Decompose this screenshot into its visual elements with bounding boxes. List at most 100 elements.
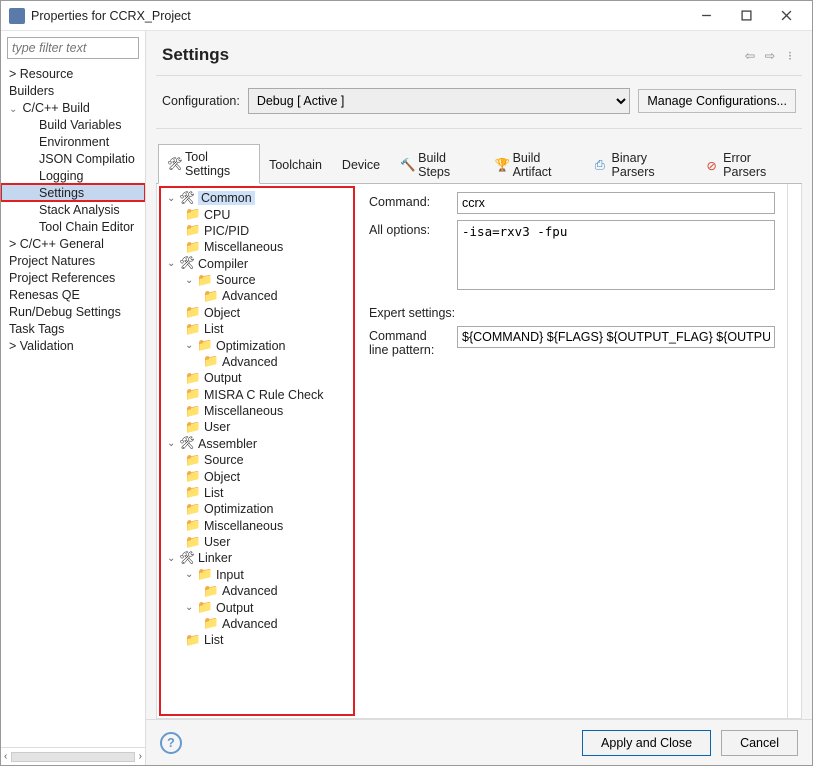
wrench-icon: 🛠 [179,551,195,565]
tree-out-adv[interactable]: 📁Advanced [161,616,353,632]
tree-output[interactable]: 📁Output [161,370,353,386]
menu-icon[interactable]: ⁝ [782,47,798,63]
apply-close-button[interactable]: Apply and Close [582,730,711,756]
nav-item-logging[interactable]: Logging [1,167,145,184]
tree-lnk-output[interactable]: ⌄📁Output [161,599,353,615]
nav-item-tce[interactable]: Tool Chain Editor [1,218,145,235]
folder-icon: 📁 [185,306,201,320]
expert-label: Expert settings: [369,306,775,320]
tree-object[interactable]: 📁Object [161,305,353,321]
folder-icon: 📁 [185,208,201,222]
nav-item-json[interactable]: JSON Compilatio [1,150,145,167]
folder-icon: 📁 [197,568,213,582]
nav-item-ccgeneral[interactable]: > C/C++ General [1,235,145,252]
config-select[interactable]: Debug [ Active ] [248,88,631,114]
nav-item-stack[interactable]: Stack Analysis [1,201,145,218]
tree-input[interactable]: ⌄📁Input [161,567,353,583]
command-input[interactable] [457,192,775,214]
maximize-button[interactable] [726,2,766,30]
tab-device[interactable]: Device [333,144,391,184]
nav-item-refs[interactable]: Project References [1,269,145,286]
tree-opt-adv[interactable]: 📁Advanced [161,354,353,370]
tab-buildartifact[interactable]: 🏆Build Artifact [486,144,586,184]
filter-input[interactable] [7,37,139,59]
folder-icon: 📁 [203,617,219,631]
tree-asm-misc[interactable]: 📁Miscellaneous [161,518,353,534]
tab-binaryparsers[interactable]: ⎙Binary Parsers [586,144,698,184]
tab-bar: 🛠Tool Settings Toolchain Device 🔨Build S… [156,143,802,184]
nav-item-buildvars[interactable]: Build Variables [1,116,145,133]
folder-icon: 📁 [203,355,219,369]
folder-icon: 📁 [185,224,201,238]
wrench-icon: 🛠 [179,257,195,271]
command-label: Command: [369,192,449,209]
nav-item-validation[interactable]: > Validation [1,337,145,354]
tool-tree[interactable]: ⌄🛠Common 📁CPU 📁PIC/PID 📁Miscellaneous ⌄🛠… [161,190,353,649]
tab-errorparsers[interactable]: ⊘Error Parsers [697,144,802,184]
tab-buildsteps[interactable]: 🔨Build Steps [391,144,485,184]
minimize-button[interactable] [686,2,726,30]
nav-item-tasktags[interactable]: Task Tags [1,320,145,337]
forward-icon[interactable]: ⇨ [762,47,778,63]
nav-item-renesas[interactable]: Renesas QE [1,286,145,303]
tree-misra[interactable]: 📁MISRA C Rule Check [161,387,353,403]
tree-asm-obj[interactable]: 📁Object [161,468,353,484]
nav-item-rundebug[interactable]: Run/Debug Settings [1,303,145,320]
error-icon: ⊘ [706,158,719,172]
nav-item-resource[interactable]: > Resource [1,65,145,82]
tree-input-adv[interactable]: 📁Advanced [161,583,353,599]
hammer-icon: 🔨 [400,158,414,172]
parser-icon: ⎙ [595,158,608,172]
nav-tree[interactable]: > Resource Builders ⌄ C/C++ Build Build … [1,65,145,747]
folder-icon: 📁 [185,453,201,467]
manage-config-button[interactable]: Manage Configurations... [638,89,796,113]
tree-misc[interactable]: 📁Miscellaneous [161,239,353,255]
config-label: Configuration: [162,94,240,108]
tree-asm-user[interactable]: 📁User [161,534,353,550]
nav-item-env[interactable]: Environment [1,133,145,150]
wrench-icon: 🛠 [179,191,195,205]
tree-source[interactable]: ⌄📁Source [161,272,353,288]
folder-icon: 📁 [185,633,201,647]
tree-user[interactable]: 📁User [161,419,353,435]
tree-linker[interactable]: ⌄🛠Linker [161,550,353,566]
tree-picpid[interactable]: 📁PIC/PID [161,223,353,239]
pattern-input[interactable] [457,326,775,348]
tree-list[interactable]: 📁List [161,321,353,337]
tree-compiler[interactable]: ⌄🛠Compiler [161,256,353,272]
folder-icon: 📁 [185,535,201,549]
back-icon[interactable]: ⇦ [742,47,758,63]
tree-asm-opt[interactable]: 📁Optimization [161,501,353,517]
alloptions-label: All options: [369,220,449,237]
tab-toolchain[interactable]: Toolchain [260,144,333,184]
folder-icon: 📁 [185,240,201,254]
tree-misc2[interactable]: 📁Miscellaneous [161,403,353,419]
pattern-label: Command line pattern: [369,326,449,357]
vscroll[interactable] [787,184,801,718]
folder-icon: 📁 [185,502,201,516]
nav-item-settings[interactable]: Settings [1,184,145,201]
sidebar-hscroll[interactable]: ‹› [1,747,145,765]
folder-icon: 📁 [203,584,219,598]
folder-icon: 📁 [185,519,201,533]
nav-item-ccbuild[interactable]: ⌄ C/C++ Build [1,99,145,116]
tree-asm-list[interactable]: 📁List [161,485,353,501]
folder-icon: 📁 [185,388,201,402]
folder-icon: 📁 [197,273,213,287]
tree-cpu[interactable]: 📁CPU [161,206,353,222]
wrench-icon: 🛠 [167,157,181,171]
trophy-icon: 🏆 [495,158,509,172]
alloptions-text: -isa=rxv3 -fpu [457,220,775,290]
tree-common[interactable]: ⌄🛠Common [161,190,353,206]
tree-lnk-list[interactable]: 📁List [161,632,353,648]
close-button[interactable] [766,2,806,30]
nav-item-builders[interactable]: Builders [1,82,145,99]
tab-toolsettings[interactable]: 🛠Tool Settings [158,144,260,184]
tree-assembler[interactable]: ⌄🛠Assembler [161,436,353,452]
tree-asm-src[interactable]: 📁Source [161,452,353,468]
tree-opt[interactable]: ⌄📁Optimization [161,337,353,353]
tree-advanced[interactable]: 📁Advanced [161,288,353,304]
nav-item-natures[interactable]: Project Natures [1,252,145,269]
cancel-button[interactable]: Cancel [721,730,798,756]
help-button[interactable]: ? [160,732,182,754]
